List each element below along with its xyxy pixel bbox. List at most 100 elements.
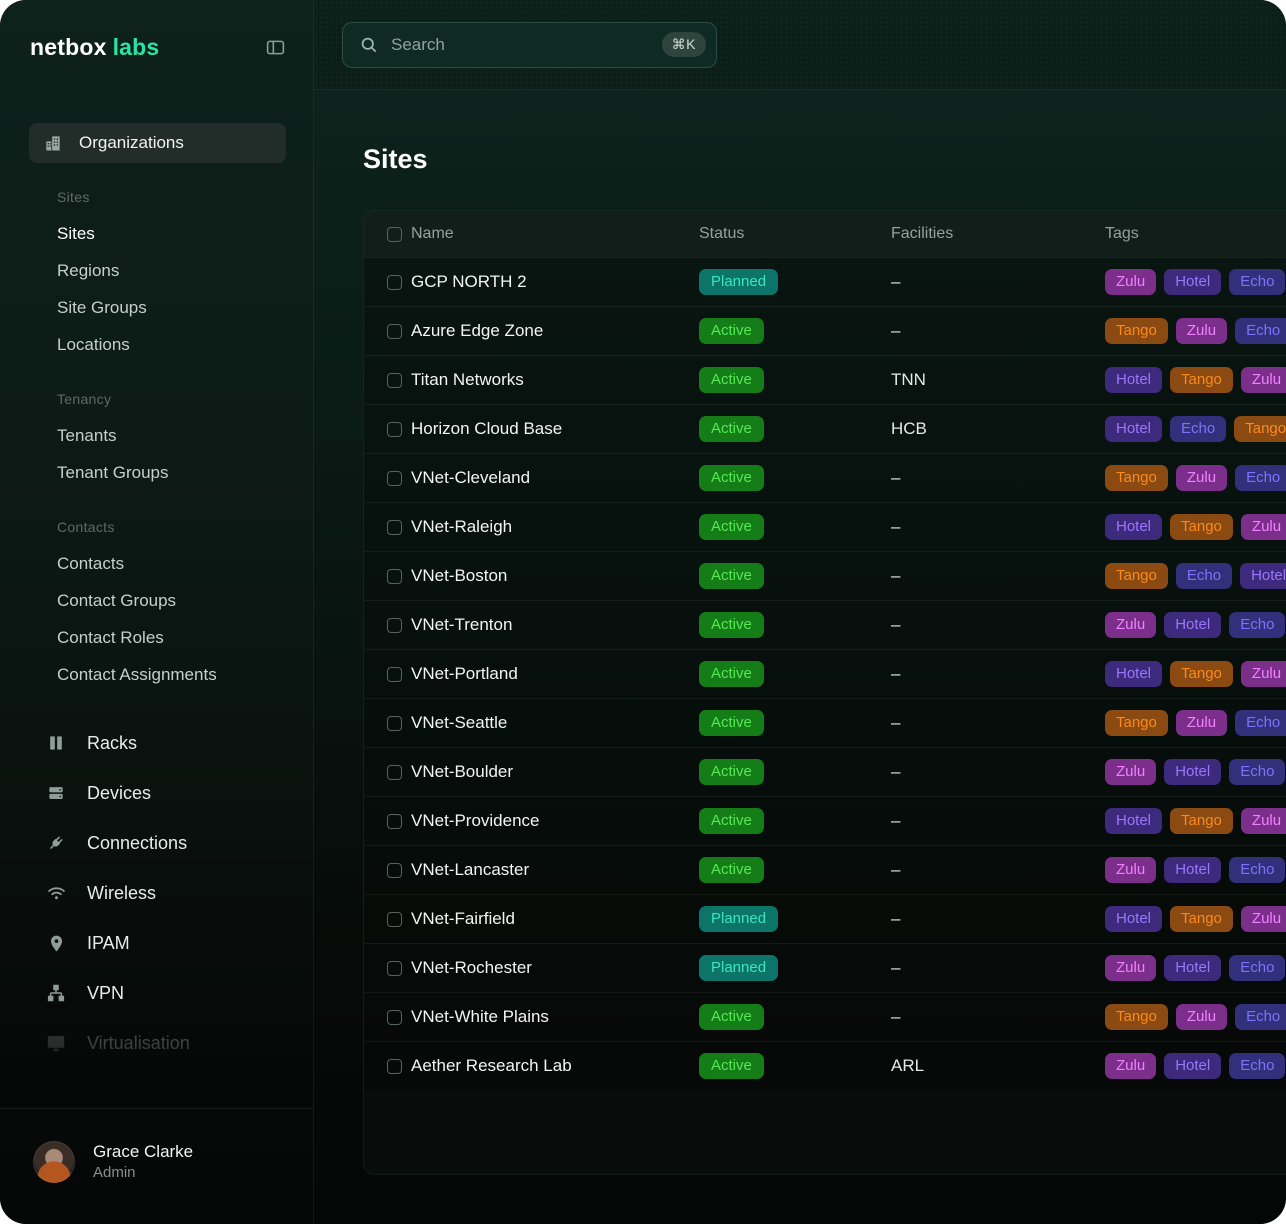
- tag-echo[interactable]: Echo: [1229, 269, 1285, 295]
- tag-tango[interactable]: Tango: [1170, 906, 1233, 932]
- row-checkbox[interactable]: [387, 667, 402, 682]
- tag-tango[interactable]: Tango: [1170, 514, 1233, 540]
- site-name[interactable]: VNet-Lancaster: [411, 860, 699, 880]
- site-name[interactable]: VNet-Cleveland: [411, 468, 699, 488]
- tag-zulu[interactable]: Zulu: [1105, 269, 1156, 295]
- tag-zulu[interactable]: Zulu: [1105, 612, 1156, 638]
- tag-hotel[interactable]: Hotel: [1105, 367, 1162, 393]
- row-checkbox[interactable]: [387, 912, 402, 927]
- site-name[interactable]: VNet-Raleigh: [411, 517, 699, 537]
- row-checkbox[interactable]: [387, 863, 402, 878]
- site-name[interactable]: Titan Networks: [411, 370, 699, 390]
- tag-zulu[interactable]: Zulu: [1176, 710, 1227, 736]
- column-header-name[interactable]: Name: [411, 225, 699, 243]
- tag-hotel[interactable]: Hotel: [1164, 1053, 1221, 1079]
- tag-zulu[interactable]: Zulu: [1241, 514, 1286, 540]
- site-name[interactable]: VNet-White Plains: [411, 1007, 699, 1027]
- row-checkbox[interactable]: [387, 765, 402, 780]
- row-checkbox[interactable]: [387, 422, 402, 437]
- tag-echo[interactable]: Echo: [1176, 563, 1232, 589]
- site-name[interactable]: VNet-Boston: [411, 566, 699, 586]
- tag-echo[interactable]: Echo: [1229, 759, 1285, 785]
- tag-zulu[interactable]: Zulu: [1176, 465, 1227, 491]
- tag-hotel[interactable]: Hotel: [1105, 906, 1162, 932]
- tag-echo[interactable]: Echo: [1235, 710, 1286, 736]
- row-checkbox[interactable]: [387, 618, 402, 633]
- sidebar-item-contact-assignments[interactable]: Contact Assignments: [57, 656, 293, 693]
- column-header-tags[interactable]: Tags: [1105, 225, 1286, 243]
- site-name[interactable]: VNet-Trenton: [411, 615, 699, 635]
- tag-tango[interactable]: Tango: [1105, 1004, 1168, 1030]
- sidebar-item-contact-groups[interactable]: Contact Groups: [57, 582, 293, 619]
- row-checkbox[interactable]: [387, 1059, 402, 1074]
- sidebar-item-sites[interactable]: Sites: [57, 215, 293, 252]
- site-name[interactable]: VNet-Fairfield: [411, 909, 699, 929]
- tag-zulu[interactable]: Zulu: [1105, 1053, 1156, 1079]
- sidebar-item-racks[interactable]: Racks: [0, 718, 313, 768]
- site-name[interactable]: VNet-Providence: [411, 811, 699, 831]
- tag-zulu[interactable]: Zulu: [1241, 367, 1286, 393]
- search-input[interactable]: Search ⌘K: [342, 22, 717, 68]
- sidebar-item-organizations[interactable]: Organizations: [29, 123, 286, 163]
- tag-zulu[interactable]: Zulu: [1241, 906, 1286, 932]
- tag-hotel[interactable]: Hotel: [1164, 759, 1221, 785]
- column-header-facilities[interactable]: Facilities: [891, 225, 1105, 243]
- tag-hotel[interactable]: Hotel: [1105, 416, 1162, 442]
- tag-zulu[interactable]: Zulu: [1176, 318, 1227, 344]
- tag-echo[interactable]: Echo: [1229, 955, 1285, 981]
- row-checkbox[interactable]: [387, 471, 402, 486]
- sidebar-item-devices[interactable]: Devices: [0, 768, 313, 818]
- column-header-status[interactable]: Status: [699, 225, 891, 243]
- tag-zulu[interactable]: Zulu: [1241, 808, 1286, 834]
- sidebar-item-contact-roles[interactable]: Contact Roles: [57, 619, 293, 656]
- row-checkbox[interactable]: [387, 716, 402, 731]
- sidebar-collapse-icon[interactable]: [263, 36, 287, 60]
- tag-echo[interactable]: Echo: [1235, 1004, 1286, 1030]
- tag-tango[interactable]: Tango: [1105, 710, 1168, 736]
- tag-hotel[interactable]: Hotel: [1164, 857, 1221, 883]
- sidebar-item-site-groups[interactable]: Site Groups: [57, 289, 293, 326]
- tag-zulu[interactable]: Zulu: [1241, 661, 1286, 687]
- tag-echo[interactable]: Echo: [1229, 857, 1285, 883]
- tag-hotel[interactable]: Hotel: [1164, 955, 1221, 981]
- tag-zulu[interactable]: Zulu: [1105, 955, 1156, 981]
- site-name[interactable]: VNet-Seattle: [411, 713, 699, 733]
- tag-tango[interactable]: Tango: [1170, 808, 1233, 834]
- tag-zulu[interactable]: Zulu: [1105, 759, 1156, 785]
- sidebar-item-wireless[interactable]: Wireless: [0, 868, 313, 918]
- row-checkbox[interactable]: [387, 814, 402, 829]
- tag-hotel[interactable]: Hotel: [1164, 269, 1221, 295]
- sidebar-item-locations[interactable]: Locations: [57, 326, 293, 363]
- row-checkbox[interactable]: [387, 569, 402, 584]
- site-name[interactable]: GCP NORTH 2: [411, 272, 699, 292]
- tag-tango[interactable]: Tango: [1234, 416, 1286, 442]
- sidebar-item-tenants[interactable]: Tenants: [57, 417, 293, 454]
- row-checkbox[interactable]: [387, 520, 402, 535]
- tag-echo[interactable]: Echo: [1235, 318, 1286, 344]
- tag-zulu[interactable]: Zulu: [1105, 857, 1156, 883]
- tag-hotel[interactable]: Hotel: [1105, 514, 1162, 540]
- tag-echo[interactable]: Echo: [1235, 465, 1286, 491]
- sidebar-item-connections[interactable]: Connections: [0, 818, 313, 868]
- tag-echo[interactable]: Echo: [1229, 612, 1285, 638]
- tag-zulu[interactable]: Zulu: [1176, 1004, 1227, 1030]
- row-checkbox[interactable]: [387, 373, 402, 388]
- tag-hotel[interactable]: Hotel: [1105, 661, 1162, 687]
- sidebar-item-vpn[interactable]: VPN: [0, 968, 313, 1018]
- sidebar-item-ipam[interactable]: IPAM: [0, 918, 313, 968]
- row-checkbox[interactable]: [387, 961, 402, 976]
- user-profile[interactable]: Grace Clarke Admin: [0, 1108, 313, 1224]
- site-name[interactable]: VNet-Boulder: [411, 762, 699, 782]
- tag-hotel[interactable]: Hotel: [1240, 563, 1286, 589]
- tag-echo[interactable]: Echo: [1229, 1053, 1285, 1079]
- site-name[interactable]: Horizon Cloud Base: [411, 419, 699, 439]
- row-checkbox[interactable]: [387, 275, 402, 290]
- tag-echo[interactable]: Echo: [1170, 416, 1226, 442]
- tag-tango[interactable]: Tango: [1105, 563, 1168, 589]
- sidebar-item-virtualisation[interactable]: Virtualisation: [0, 1018, 313, 1068]
- row-checkbox[interactable]: [387, 324, 402, 339]
- tag-hotel[interactable]: Hotel: [1105, 808, 1162, 834]
- tag-tango[interactable]: Tango: [1105, 465, 1168, 491]
- sidebar-item-contacts[interactable]: Contacts: [57, 545, 293, 582]
- site-name[interactable]: VNet-Rochester: [411, 958, 699, 978]
